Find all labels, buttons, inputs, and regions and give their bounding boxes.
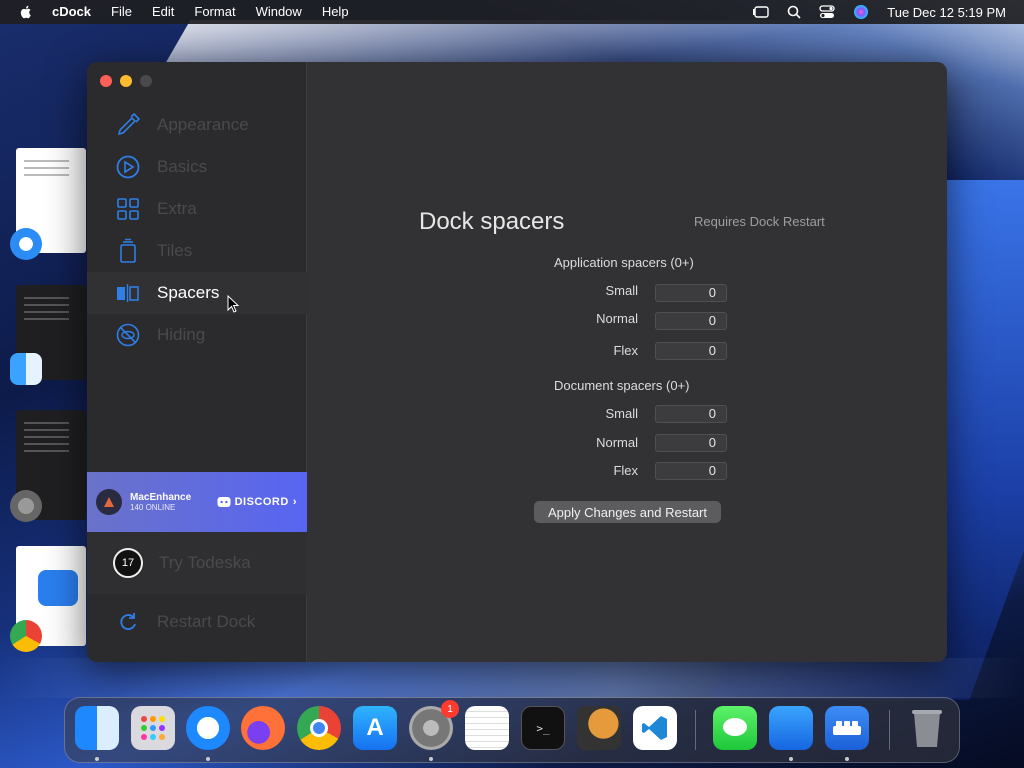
- dock-messages-icon[interactable]: [713, 706, 757, 750]
- eye-slash-icon: [116, 323, 140, 347]
- sidebar-item-label: Extra: [157, 199, 197, 218]
- todeska-icon: 17: [113, 548, 143, 578]
- chevron-right-icon: ›: [292, 496, 297, 508]
- notification-badge: 1: [441, 700, 459, 718]
- menu-format[interactable]: Format: [194, 0, 235, 24]
- dock-safari-icon[interactable]: [186, 706, 230, 750]
- dock: A 1 >_: [64, 697, 960, 763]
- sidebar-item-label: Spacers: [157, 283, 220, 302]
- doc-spacers-title: Document spacers (0+): [554, 378, 690, 393]
- sidebar-item-label: Hiding: [157, 325, 206, 344]
- try-todeska-button[interactable]: 17 Try Todeska: [87, 532, 307, 594]
- dock-garageband-icon[interactable]: [577, 706, 621, 750]
- dock-terminal-icon[interactable]: >_: [521, 706, 565, 750]
- play-circle-icon: [116, 155, 140, 179]
- stage-manager-icon[interactable]: [752, 5, 769, 19]
- doc-flex-field[interactable]: 0: [655, 462, 727, 480]
- search-icon[interactable]: [787, 5, 801, 19]
- app-flex-field[interactable]: 0: [655, 342, 727, 360]
- doc-normal-field[interactable]: 0: [655, 434, 727, 452]
- dock-chrome-icon[interactable]: [297, 706, 341, 750]
- macenhance-logo-icon: [96, 489, 122, 515]
- restart-icon: [120, 613, 136, 630]
- app-normal-label: Normal: [596, 311, 638, 326]
- cdock-window: Appearance Basics Extra Tiles Spacers Hi…: [87, 62, 947, 662]
- todeska-label: Try Todeska: [159, 553, 251, 572]
- restart-dock-button[interactable]: Restart Dock: [87, 602, 307, 642]
- menu-file[interactable]: File: [111, 0, 132, 24]
- dock-separator: [889, 710, 890, 750]
- app-flex-label: Flex: [613, 343, 638, 358]
- menu-clock[interactable]: Tue Dec 12 5:19 PM: [887, 5, 1006, 20]
- restart-note: Requires Dock Restart: [694, 214, 825, 229]
- dock-textedit-icon[interactable]: [465, 706, 509, 750]
- running-indicator: [95, 757, 99, 761]
- apply-restart-button[interactable]: Apply Changes and Restart: [534, 501, 721, 523]
- sidebar-item-appearance[interactable]: Appearance: [87, 104, 307, 146]
- sidebar-item-label: Basics: [157, 157, 208, 176]
- sidebar-item-basics[interactable]: Basics: [87, 146, 307, 188]
- sidebar-item-tiles[interactable]: Tiles: [87, 230, 307, 272]
- control-center-icon[interactable]: [819, 5, 835, 19]
- discord-label: DISCORD: [234, 496, 289, 508]
- window-controls: [100, 75, 152, 87]
- brush-icon: [117, 112, 141, 136]
- sidebar-item-extra[interactable]: Extra: [87, 188, 307, 230]
- siri-icon[interactable]: [853, 4, 869, 20]
- doc-small-label: Small: [605, 406, 638, 421]
- dock-settings-icon[interactable]: 1: [409, 700, 459, 750]
- spacer-icon: [117, 284, 139, 302]
- dock-launchpad-icon[interactable]: [131, 706, 175, 750]
- menu-window[interactable]: Window: [256, 0, 302, 24]
- dock-vscode-icon[interactable]: [633, 706, 677, 750]
- doc-small-field[interactable]: 0: [655, 405, 727, 423]
- doc-flex-label: Flex: [613, 463, 638, 478]
- safari-icon[interactable]: [10, 228, 42, 260]
- dock-trash-icon[interactable]: [905, 706, 949, 750]
- menu-edit[interactable]: Edit: [152, 0, 174, 24]
- running-indicator: [845, 757, 849, 761]
- app-small-field[interactable]: 0: [655, 284, 727, 302]
- grid-icon: [117, 198, 139, 220]
- restart-label: Restart Dock: [157, 612, 256, 631]
- dock-finder-icon[interactable]: [75, 706, 119, 750]
- running-indicator: [206, 757, 210, 761]
- minimize-button[interactable]: [120, 75, 132, 87]
- apple-menu-icon[interactable]: [18, 4, 34, 20]
- mouse-cursor-icon: [227, 295, 239, 313]
- sidebar: Appearance Basics Extra Tiles Spacers Hi…: [87, 62, 307, 662]
- sidebar-item-spacers[interactable]: Spacers: [87, 272, 307, 314]
- sidebar-item-label: Tiles: [157, 241, 193, 260]
- dock-separator: [695, 710, 696, 750]
- dock-keynote-icon[interactable]: [769, 706, 813, 750]
- banner-online: 140 ONLINE: [130, 503, 176, 512]
- menu-bar: cDock File Edit Format Window Help Tue D…: [0, 0, 1024, 24]
- dock-cdock-icon[interactable]: [825, 706, 869, 750]
- running-indicator: [789, 757, 793, 761]
- sidebar-nav: Appearance Basics Extra Tiles Spacers Hi…: [87, 104, 307, 356]
- sidebar-item-hiding[interactable]: Hiding: [87, 314, 307, 356]
- page-title: Dock spacers: [419, 208, 565, 235]
- finder-icon[interactable]: [10, 353, 42, 385]
- running-indicator: [429, 757, 433, 761]
- discord-icon: [217, 497, 231, 507]
- dock-appstore-icon[interactable]: A: [353, 706, 397, 750]
- chrome-icon[interactable]: [10, 620, 42, 652]
- sidebar-item-label: Appearance: [157, 115, 249, 134]
- app-spacers-title: Application spacers (0+): [554, 255, 694, 270]
- discord-link[interactable]: DISCORD ›: [217, 496, 297, 508]
- app-small-label: Small: [605, 283, 638, 298]
- stack-icon: [120, 238, 136, 263]
- zoom-button[interactable]: [140, 75, 152, 87]
- content-pane: Dock spacers Requires Dock Restart Appli…: [308, 62, 947, 662]
- discord-banner[interactable]: MacEnhance 140 ONLINE DISCORD ›: [87, 472, 307, 532]
- app-normal-field[interactable]: 0: [655, 312, 727, 330]
- settings-icon[interactable]: [10, 490, 42, 522]
- close-button[interactable]: [100, 75, 112, 87]
- menu-app-name[interactable]: cDock: [52, 0, 91, 24]
- dock-firefox-icon[interactable]: [241, 706, 285, 750]
- banner-name: MacEnhance: [130, 492, 192, 503]
- doc-normal-label: Normal: [596, 435, 638, 450]
- menu-help[interactable]: Help: [322, 0, 349, 24]
